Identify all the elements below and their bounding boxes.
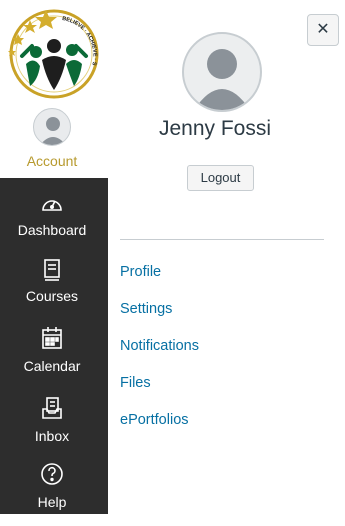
account-links: Profile Settings Notifications Files ePo… [120,262,330,447]
inbox-icon [40,396,64,420]
eportfolios-link[interactable]: ePortfolios [120,410,330,447]
avatar [33,108,71,146]
account-label: Account [26,153,78,169]
nav-label-courses: Courses [25,288,79,304]
nav-item-calendar[interactable]: Calendar [0,326,104,390]
nav-item-help[interactable]: Help [0,462,104,526]
logout-button[interactable]: Logout [187,165,254,191]
dashboard-icon [40,192,64,216]
help-icon [40,462,64,486]
profile-link[interactable]: Profile [120,262,330,299]
nav-item-courses[interactable]: Courses [0,258,104,322]
close-button[interactable]: ✕ [307,14,339,46]
notifications-link[interactable]: Notifications [120,336,330,373]
calendar-icon [40,326,64,350]
user-avatar [182,32,262,112]
nav-label-inbox: Inbox [34,428,70,444]
close-icon: ✕ [316,21,330,38]
nav-item-inbox[interactable]: Inbox [0,396,104,460]
school-logo[interactable]: BELIEVE · ACHIEVE · SUCCEED [2,2,104,100]
user-name: Jenny Fossi [158,117,272,140]
global-navigation: BELIEVE · ACHIEVE · SUCCEED Account [0,0,108,514]
nav-item-dashboard[interactable]: Dashboard [0,192,104,256]
divider [120,239,324,240]
settings-link[interactable]: Settings [120,299,330,336]
nav-label-help: Help [37,494,67,510]
nav-label-calendar: Calendar [23,358,81,374]
courses-icon [40,258,64,282]
files-link[interactable]: Files [120,373,330,410]
nav-label-dashboard: Dashboard [17,222,87,238]
account-tray: ✕ Jenny Fossi Logout Profile Settings No… [108,0,345,514]
nav-item-account[interactable]: Account [0,104,108,176]
nav-menu: Dashboard Courses Calendar Inbox Help [0,178,108,514]
